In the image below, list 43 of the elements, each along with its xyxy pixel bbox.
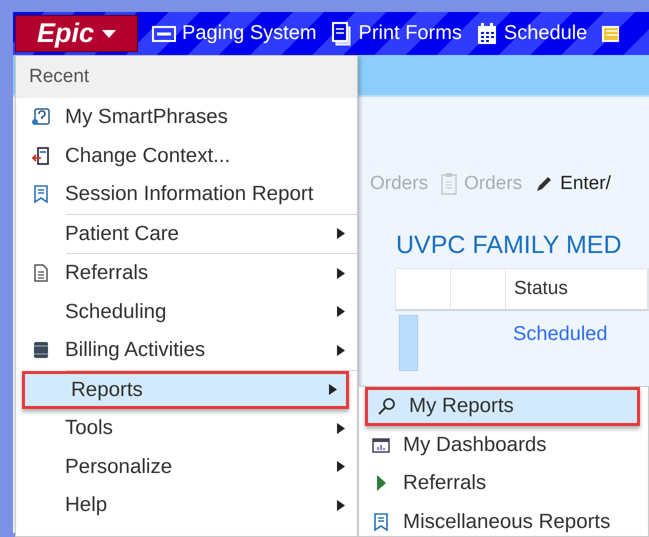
toolbar-button[interactable]: Schedule bbox=[476, 22, 588, 46]
menu-item[interactable]: Session Information Report bbox=[16, 175, 357, 214]
menu-item[interactable]: Referrals bbox=[359, 464, 648, 502]
menu-item[interactable]: Scheduling bbox=[16, 292, 357, 331]
phrase-icon bbox=[30, 107, 50, 128]
menu-item[interactable]: Reports bbox=[22, 370, 349, 409]
menu-item[interactable]: Billing Activities bbox=[16, 331, 357, 370]
report-icon bbox=[371, 512, 391, 532]
menu-item[interactable]: My Reports bbox=[365, 387, 640, 426]
toolbar-button[interactable]: Enter/ bbox=[534, 173, 611, 195]
menu-item[interactable]: Help bbox=[16, 486, 357, 524]
caret-icon bbox=[102, 30, 116, 38]
column-header: Status bbox=[506, 269, 648, 309]
menu-item[interactable]: My SmartPhrases bbox=[16, 98, 357, 136]
menu-item[interactable]: Personalize bbox=[16, 448, 357, 486]
submenu-arrow-icon bbox=[337, 422, 345, 434]
menu-item[interactable]: Miscellaneous Reports bbox=[359, 502, 648, 537]
toolbar-button[interactable]: Paging System bbox=[152, 22, 317, 45]
department-title: UVPC FAMILY MED bbox=[396, 231, 622, 260]
clipboard-icon bbox=[440, 172, 458, 196]
epic-menu-button[interactable]: Epic bbox=[15, 15, 138, 52]
mail-button[interactable] bbox=[601, 24, 620, 44]
calendar-icon bbox=[476, 22, 498, 46]
menu-item[interactable]: My Dashboards bbox=[359, 426, 648, 464]
menu-item[interactable]: Change Context... bbox=[16, 136, 357, 175]
submenu-arrow-icon bbox=[337, 306, 345, 318]
submenu-arrow-icon bbox=[337, 461, 345, 472]
menu-item[interactable]: Referrals bbox=[16, 254, 357, 292]
exit-door-icon bbox=[30, 146, 50, 166]
menu-item[interactable]: Patient Care bbox=[16, 214, 357, 253]
documents-icon bbox=[330, 20, 353, 46]
submenu-arrow-icon bbox=[337, 228, 345, 240]
menu-header: Recent bbox=[16, 56, 357, 98]
toolbar-button[interactable]: Print Forms bbox=[330, 20, 462, 46]
envelope-icon bbox=[601, 24, 620, 44]
menu-item[interactable]: Tools bbox=[16, 409, 357, 448]
submenu-arrow-icon bbox=[337, 500, 345, 511]
keyboard-icon bbox=[152, 24, 176, 42]
submenu-arrow-icon bbox=[337, 268, 345, 279]
submenu-arrow-icon bbox=[337, 344, 345, 356]
submenu-arrow-icon bbox=[329, 384, 337, 396]
status-link[interactable]: Scheduled bbox=[505, 311, 649, 371]
search-icon bbox=[377, 396, 397, 416]
